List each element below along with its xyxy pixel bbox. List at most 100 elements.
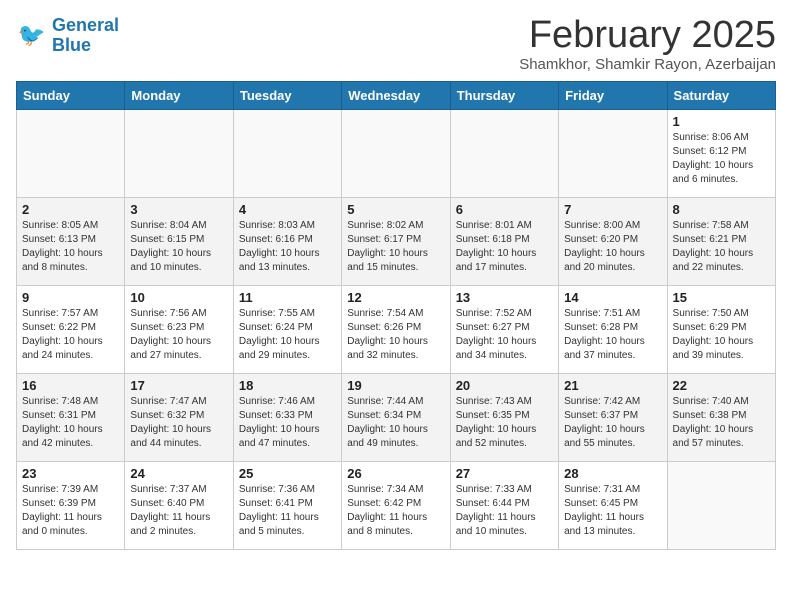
calendar-cell: 9 Sunrise: 7:57 AM Sunset: 6:22 PM Daylig… <box>17 286 125 374</box>
calendar-cell: 20Sunrise: 7:43 AM Sunset: 6:35 PM Dayli… <box>450 374 558 462</box>
calendar-cell: 2 Sunrise: 8:05 AM Sunset: 6:13 PM Daylig… <box>17 198 125 286</box>
calendar-week-row: 16 Sunrise: 7:48 AM Sunset: 6:31 PM Dayli… <box>17 374 776 462</box>
calendar-cell: 12 Sunrise: 7:54 AM Sunset: 6:26 PM Dayli… <box>342 286 450 374</box>
logo-icon: 🐦 <box>16 20 48 52</box>
calendar-cell <box>125 110 233 198</box>
day-number: 2 <box>22 202 119 217</box>
day-info: Sunrise: 7:51 AM Sunset: 6:28 PM Dayligh… <box>564 307 661 363</box>
month-title: February 2025 <box>519 16 776 54</box>
calendar-cell: 13Sunrise: 7:52 AM Sunset: 6:27 PM Dayli… <box>450 286 558 374</box>
calendar-cell: 16 Sunrise: 7:48 AM Sunset: 6:31 PM Dayli… <box>17 374 125 462</box>
day-number: 21 <box>564 378 661 393</box>
day-info: Sunrise: 7:39 AM Sunset: 6:39 PM Dayligh… <box>22 483 119 539</box>
calendar-cell: 26Sunrise: 7:34 AM Sunset: 6:42 PM Dayli… <box>342 462 450 550</box>
day-info: Sunrise: 8:02 AM Sunset: 6:17 PM Dayligh… <box>347 219 444 275</box>
day-number: 25 <box>239 466 336 481</box>
day-number: 13 <box>456 290 553 305</box>
calendar-week-row: 23 Sunrise: 7:39 AM Sunset: 6:39 PM Dayli… <box>17 462 776 550</box>
day-number: 5 <box>347 202 444 217</box>
title-block: February 2025 Shamkhor, Shamkir Rayon, A… <box>519 16 776 73</box>
day-info: Sunrise: 7:37 AM Sunset: 6:40 PM Dayligh… <box>130 483 227 539</box>
day-number: 17 <box>130 378 227 393</box>
day-header-friday: Friday <box>559 82 667 110</box>
calendar-cell: 1 Sunrise: 8:06 AM Sunset: 6:12 PM Daylig… <box>667 110 775 198</box>
calendar-cell: 4Sunrise: 8:03 AM Sunset: 6:16 PM Daylig… <box>233 198 341 286</box>
day-header-wednesday: Wednesday <box>342 82 450 110</box>
calendar-cell: 19 Sunrise: 7:44 AM Sunset: 6:34 PM Dayli… <box>342 374 450 462</box>
day-header-saturday: Saturday <box>667 82 775 110</box>
day-info: Sunrise: 8:05 AM Sunset: 6:13 PM Dayligh… <box>22 219 119 275</box>
day-number: 10 <box>130 290 227 305</box>
day-info: Sunrise: 8:04 AM Sunset: 6:15 PM Dayligh… <box>130 219 227 275</box>
calendar-cell: 8 Sunrise: 7:58 AM Sunset: 6:21 PM Daylig… <box>667 198 775 286</box>
day-info: Sunrise: 7:34 AM Sunset: 6:42 PM Dayligh… <box>347 483 444 539</box>
calendar-cell <box>17 110 125 198</box>
page-header: 🐦 General Blue February 2025 Shamkhor, S… <box>16 16 776 73</box>
calendar-cell: 17 Sunrise: 7:47 AM Sunset: 6:32 PM Dayli… <box>125 374 233 462</box>
day-info: Sunrise: 7:55 AM Sunset: 6:24 PM Dayligh… <box>239 307 336 363</box>
day-info: Sunrise: 7:58 AM Sunset: 6:21 PM Dayligh… <box>673 219 770 275</box>
calendar-cell: 22 Sunrise: 7:40 AM Sunset: 6:38 PM Dayli… <box>667 374 775 462</box>
calendar-cell: 7Sunrise: 8:00 AM Sunset: 6:20 PM Daylig… <box>559 198 667 286</box>
calendar-cell: 14 Sunrise: 7:51 AM Sunset: 6:28 PM Dayli… <box>559 286 667 374</box>
day-number: 9 <box>22 290 119 305</box>
day-number: 6 <box>456 202 553 217</box>
calendar-header-row: SundayMondayTuesdayWednesdayThursdayFrid… <box>17 82 776 110</box>
day-info: Sunrise: 7:48 AM Sunset: 6:31 PM Dayligh… <box>22 395 119 451</box>
day-info: Sunrise: 7:43 AM Sunset: 6:35 PM Dayligh… <box>456 395 553 451</box>
day-number: 11 <box>239 290 336 305</box>
calendar-week-row: 2 Sunrise: 8:05 AM Sunset: 6:13 PM Daylig… <box>17 198 776 286</box>
day-info: Sunrise: 8:06 AM Sunset: 6:12 PM Dayligh… <box>673 131 770 187</box>
day-number: 28 <box>564 466 661 481</box>
calendar-cell <box>667 462 775 550</box>
calendar-cell <box>233 110 341 198</box>
calendar-cell: 28 Sunrise: 7:31 AM Sunset: 6:45 PM Dayli… <box>559 462 667 550</box>
logo: 🐦 General Blue <box>16 16 119 56</box>
day-number: 7 <box>564 202 661 217</box>
calendar-week-row: 1 Sunrise: 8:06 AM Sunset: 6:12 PM Daylig… <box>17 110 776 198</box>
location-subtitle: Shamkhor, Shamkir Rayon, Azerbaijan <box>519 56 776 73</box>
day-number: 12 <box>347 290 444 305</box>
day-number: 19 <box>347 378 444 393</box>
day-info: Sunrise: 7:36 AM Sunset: 6:41 PM Dayligh… <box>239 483 336 539</box>
calendar-cell: 27 Sunrise: 7:33 AM Sunset: 6:44 PM Dayli… <box>450 462 558 550</box>
day-number: 8 <box>673 202 770 217</box>
day-info: Sunrise: 7:40 AM Sunset: 6:38 PM Dayligh… <box>673 395 770 451</box>
calendar-cell: 25 Sunrise: 7:36 AM Sunset: 6:41 PM Dayli… <box>233 462 341 550</box>
day-info: Sunrise: 7:44 AM Sunset: 6:34 PM Dayligh… <box>347 395 444 451</box>
calendar-cell: 24 Sunrise: 7:37 AM Sunset: 6:40 PM Dayli… <box>125 462 233 550</box>
day-info: Sunrise: 7:50 AM Sunset: 6:29 PM Dayligh… <box>673 307 770 363</box>
calendar-cell: 6 Sunrise: 8:01 AM Sunset: 6:18 PM Daylig… <box>450 198 558 286</box>
day-header-tuesday: Tuesday <box>233 82 341 110</box>
day-info: Sunrise: 7:56 AM Sunset: 6:23 PM Dayligh… <box>130 307 227 363</box>
day-number: 3 <box>130 202 227 217</box>
day-info: Sunrise: 7:54 AM Sunset: 6:26 PM Dayligh… <box>347 307 444 363</box>
day-info: Sunrise: 8:01 AM Sunset: 6:18 PM Dayligh… <box>456 219 553 275</box>
calendar-cell: 15 Sunrise: 7:50 AM Sunset: 6:29 PM Dayli… <box>667 286 775 374</box>
day-info: Sunrise: 7:42 AM Sunset: 6:37 PM Dayligh… <box>564 395 661 451</box>
calendar-cell: 5 Sunrise: 8:02 AM Sunset: 6:17 PM Daylig… <box>342 198 450 286</box>
day-number: 22 <box>673 378 770 393</box>
day-info: Sunrise: 7:47 AM Sunset: 6:32 PM Dayligh… <box>130 395 227 451</box>
day-number: 27 <box>456 466 553 481</box>
day-info: Sunrise: 7:46 AM Sunset: 6:33 PM Dayligh… <box>239 395 336 451</box>
calendar-table: SundayMondayTuesdayWednesdayThursdayFrid… <box>16 81 776 550</box>
day-info: Sunrise: 7:57 AM Sunset: 6:22 PM Dayligh… <box>22 307 119 363</box>
day-number: 16 <box>22 378 119 393</box>
svg-text:🐦: 🐦 <box>18 22 46 47</box>
day-info: Sunrise: 7:31 AM Sunset: 6:45 PM Dayligh… <box>564 483 661 539</box>
calendar-cell: 10 Sunrise: 7:56 AM Sunset: 6:23 PM Dayli… <box>125 286 233 374</box>
day-number: 14 <box>564 290 661 305</box>
day-number: 15 <box>673 290 770 305</box>
day-number: 23 <box>22 466 119 481</box>
logo-line1: General <box>52 15 119 35</box>
calendar-cell: 23 Sunrise: 7:39 AM Sunset: 6:39 PM Dayli… <box>17 462 125 550</box>
day-info: Sunrise: 7:33 AM Sunset: 6:44 PM Dayligh… <box>456 483 553 539</box>
day-header-thursday: Thursday <box>450 82 558 110</box>
calendar-cell: 21 Sunrise: 7:42 AM Sunset: 6:37 PM Dayli… <box>559 374 667 462</box>
calendar-cell <box>559 110 667 198</box>
day-number: 1 <box>673 114 770 129</box>
calendar-week-row: 9 Sunrise: 7:57 AM Sunset: 6:22 PM Daylig… <box>17 286 776 374</box>
calendar-cell: 3 Sunrise: 8:04 AM Sunset: 6:15 PM Daylig… <box>125 198 233 286</box>
day-number: 24 <box>130 466 227 481</box>
